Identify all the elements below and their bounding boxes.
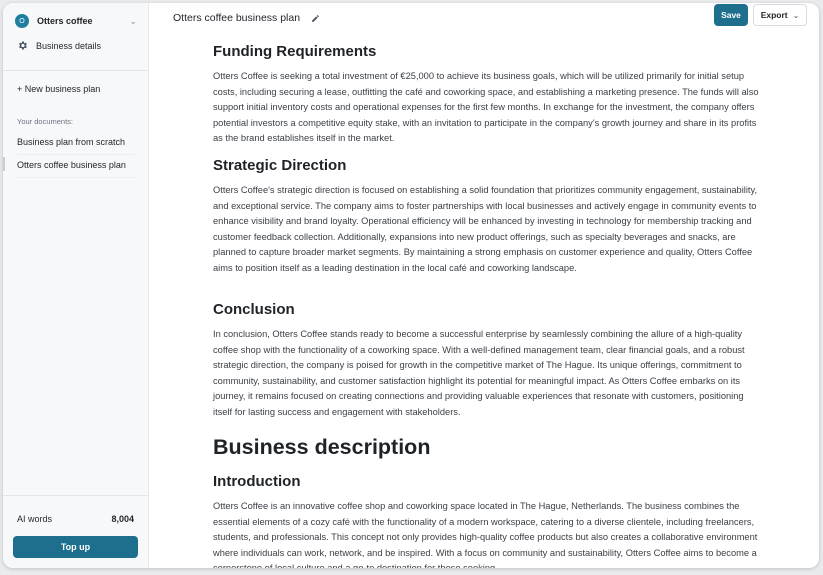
documents-section-label: Your documents:	[17, 117, 74, 126]
app-window: O Otters coffee ⌄ Business details + New…	[3, 3, 819, 568]
save-button[interactable]: Save	[714, 4, 748, 26]
document-item[interactable]: Business plan from scratch	[17, 137, 135, 147]
sidebar-bottom-divider	[3, 495, 149, 496]
document-item-active[interactable]: Otters coffee business plan	[17, 160, 135, 170]
document-title[interactable]: Otters coffee business plan	[173, 12, 300, 24]
document-title-row: Otters coffee business plan	[173, 12, 320, 24]
section-paragraph: Otters Coffee is an innovative coffee sh…	[213, 501, 758, 568]
top-up-button[interactable]: Top up	[13, 536, 138, 558]
gear-icon	[19, 41, 27, 50]
sidebar: O Otters coffee ⌄ Business details + New…	[3, 3, 149, 568]
ai-words-count: 8,004	[111, 514, 134, 524]
sidebar-divider	[3, 70, 149, 71]
section-paragraph: Otters Coffee is seeking a total investm…	[213, 71, 759, 143]
section-paragraph: Otters Coffee's strategic direction is f…	[213, 185, 758, 273]
document-divider	[17, 177, 135, 178]
new-business-plan-button[interactable]: + New business plan	[17, 84, 100, 94]
section-heading: Funding Requirements	[213, 43, 377, 60]
business-details-link[interactable]: Business details	[17, 40, 101, 51]
chapter-heading: Business description	[213, 435, 431, 459]
export-label: Export	[760, 10, 788, 20]
section-heading: Conclusion	[213, 301, 295, 318]
pencil-icon[interactable]	[311, 14, 320, 23]
section-heading: Strategic Direction	[213, 157, 347, 174]
workspace-switcher[interactable]: O Otters coffee ⌄	[15, 11, 137, 31]
active-document-indicator	[3, 157, 5, 171]
ai-words-label: AI words	[17, 514, 53, 524]
chevron-down-icon: ⌄	[792, 10, 800, 20]
main-panel: Otters coffee business plan Save Export …	[150, 3, 819, 568]
section-heading: Introduction	[213, 473, 301, 490]
chevron-down-icon: ⌄	[129, 15, 137, 26]
workspace-name: Otters coffee	[37, 16, 93, 26]
section-paragraph: In conclusion, Otters Coffee stands read…	[213, 329, 745, 417]
workspace-avatar: O	[15, 14, 29, 28]
business-details-label: Business details	[36, 40, 102, 51]
document-divider	[17, 154, 135, 155]
export-button[interactable]: Export ⌄	[753, 4, 807, 26]
